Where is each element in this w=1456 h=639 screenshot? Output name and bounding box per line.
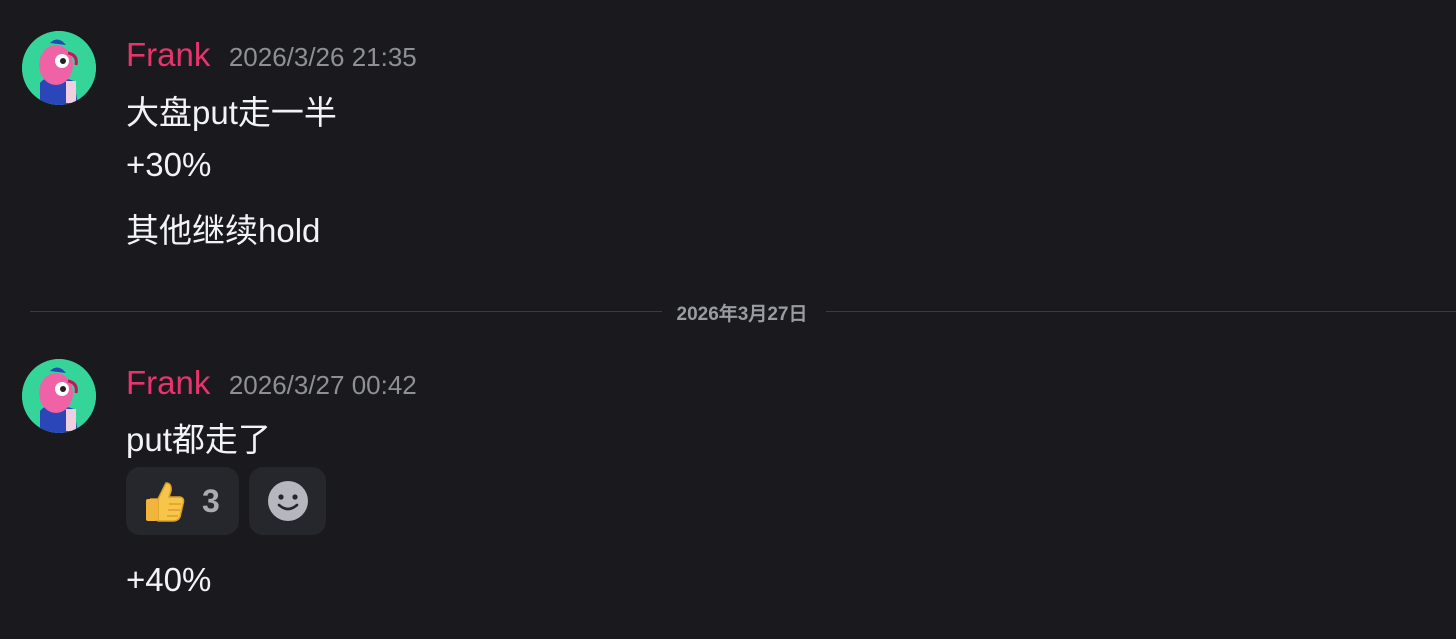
message-header: Frank 2026/3/27 00:42 [126, 364, 417, 402]
message-text: put都走了 [126, 421, 271, 458]
message-text: 大盘put走一半 [126, 94, 337, 131]
message-header: Frank 2026/3/26 21:35 [126, 36, 417, 74]
thumbs-up-icon [146, 482, 185, 522]
add-reaction-button[interactable] [249, 467, 326, 535]
avatar-icon [22, 359, 96, 433]
date-divider-line-left [30, 311, 662, 312]
smiley-face-icon [267, 481, 308, 521]
timestamp[interactable]: 2026/3/27 00:42 [229, 370, 417, 400]
reaction-thumbs-up[interactable]: 3 [126, 467, 239, 535]
message-text: +30% [126, 146, 212, 183]
avatar-icon [22, 31, 96, 105]
avatar[interactable] [22, 31, 96, 105]
date-divider-line-right [826, 311, 1456, 312]
message-text: 其他继续hold [126, 212, 321, 249]
timestamp[interactable]: 2026/3/26 21:35 [229, 42, 417, 72]
reaction-bar: 3 [126, 467, 326, 535]
date-divider: 2026年3月27日 [676, 304, 808, 325]
avatar[interactable] [22, 359, 96, 433]
username[interactable]: Frank [126, 364, 210, 401]
message-text: +40% [126, 561, 212, 598]
reaction-count: 3 [202, 482, 220, 519]
username[interactable]: Frank [126, 36, 210, 73]
